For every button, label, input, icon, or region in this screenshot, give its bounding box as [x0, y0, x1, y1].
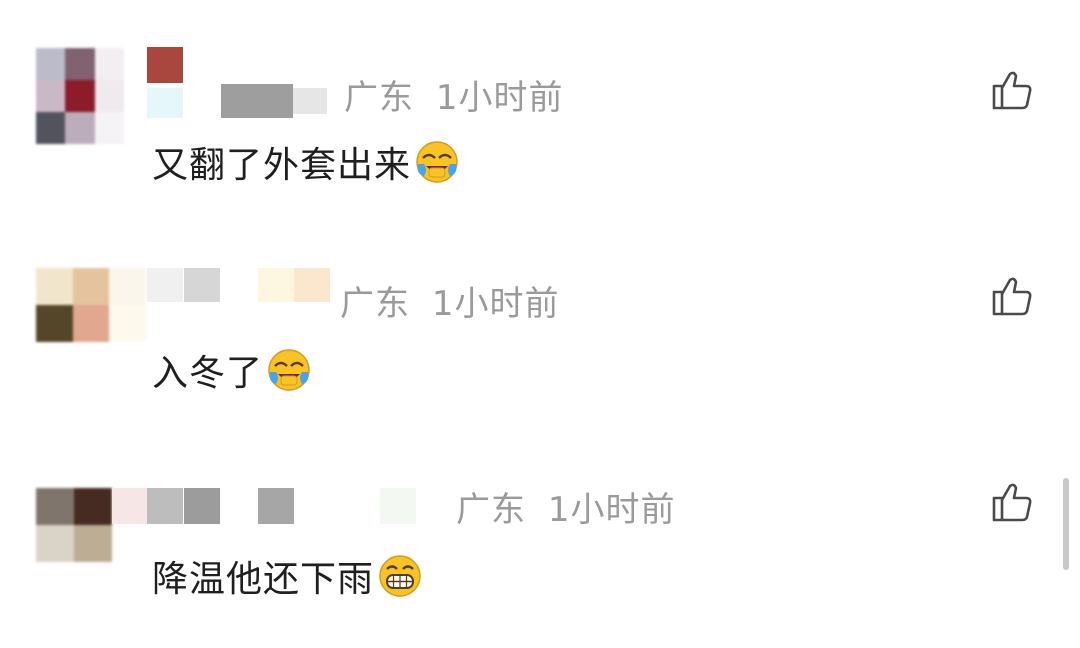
comment-meta: 广东 1小时前 — [456, 482, 675, 531]
grinning-emoji-icon — [379, 555, 421, 597]
comment-text: 降温他还下雨 — [152, 550, 422, 602]
thumbs-up-icon[interactable] — [988, 478, 1036, 526]
avatar[interactable] — [36, 488, 112, 562]
scrollbar[interactable] — [1063, 478, 1069, 570]
comment-body: 降温他还下雨 — [152, 559, 375, 600]
time-label: 1小时前 — [547, 490, 676, 530]
location-label: 广东 — [456, 490, 526, 530]
comment-item: 广东 1小时前 降温他还下雨 — [0, 0, 1080, 640]
